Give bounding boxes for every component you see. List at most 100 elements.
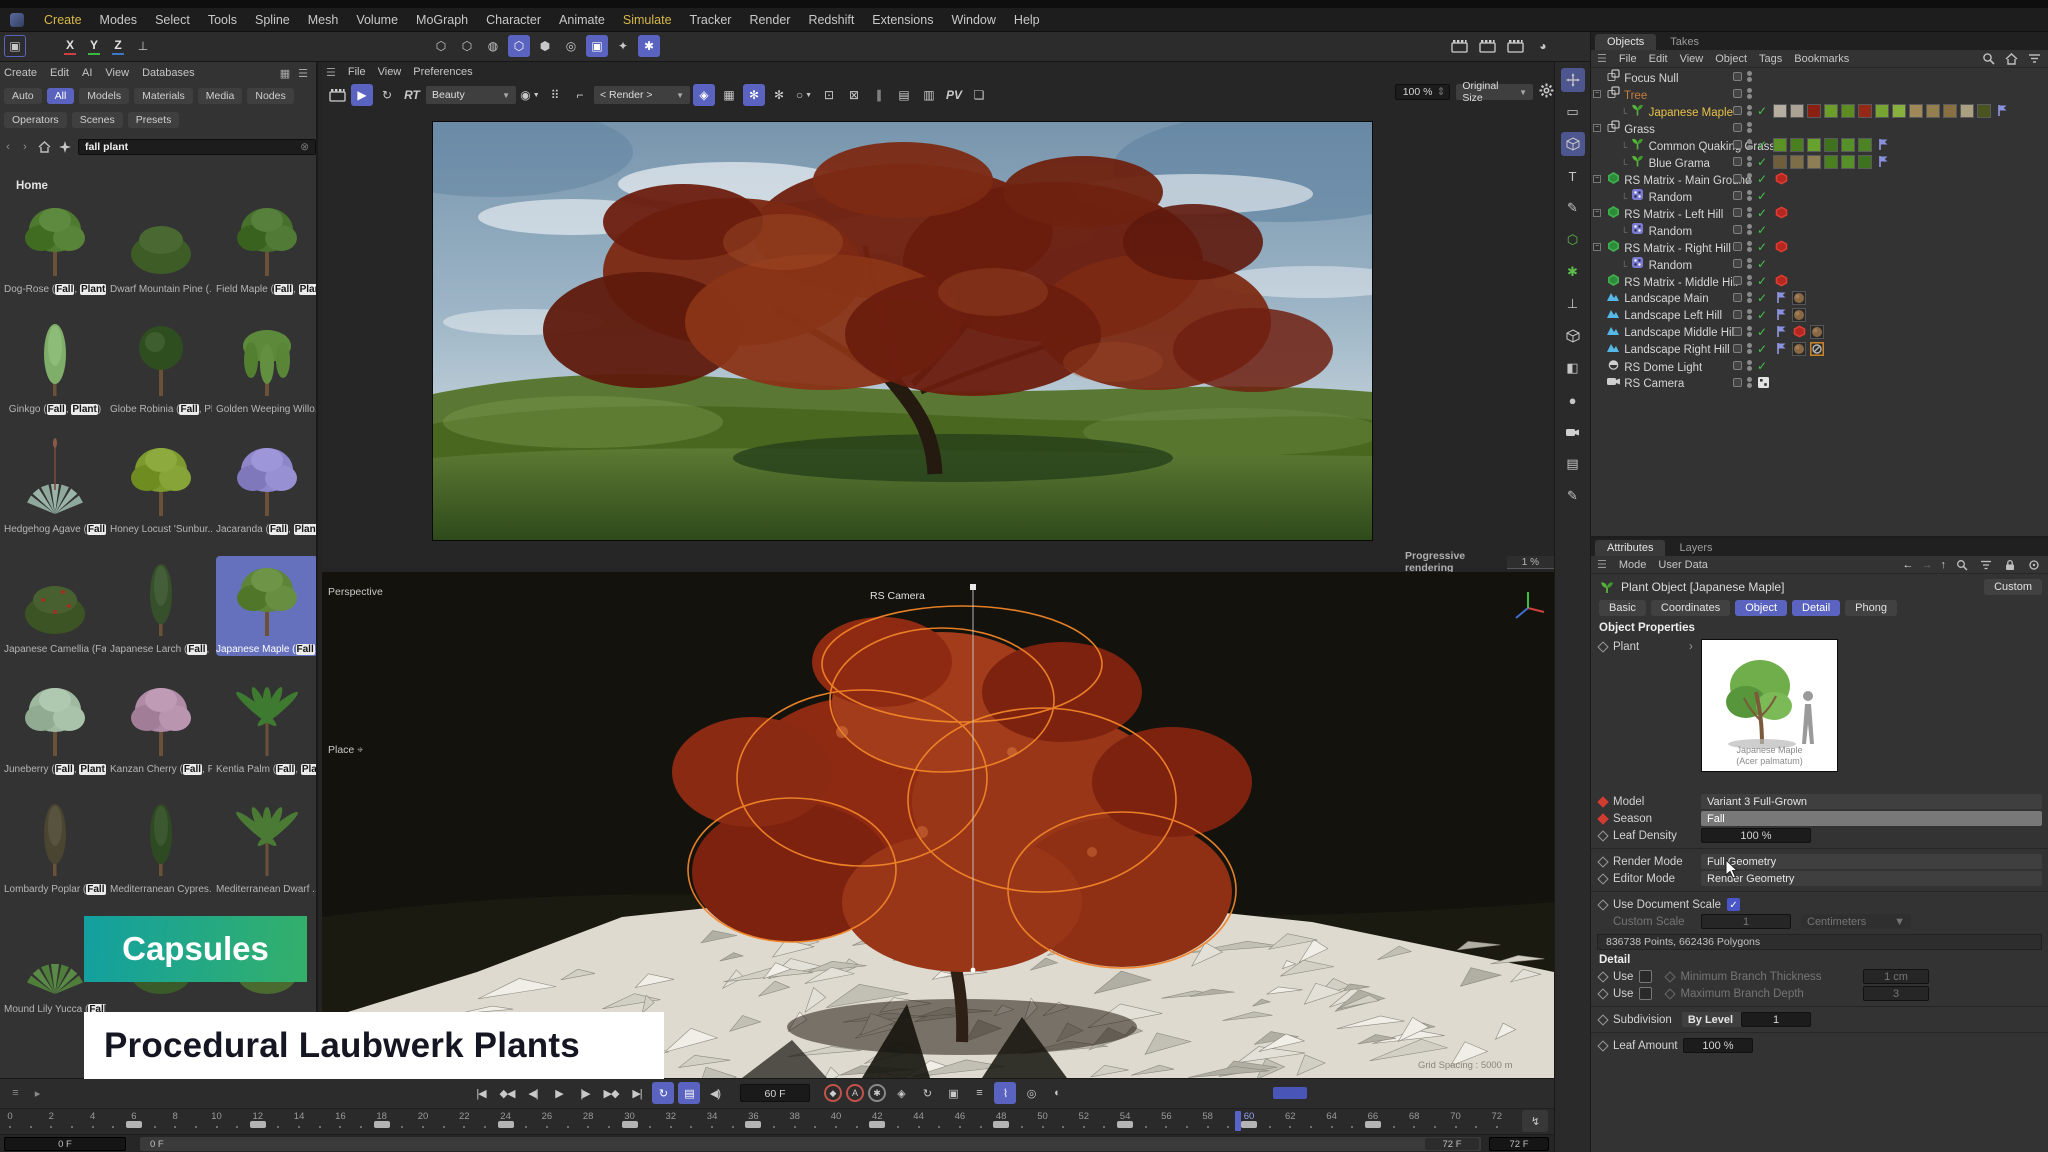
timeline-ruler[interactable]: 0246810121416182022242628303234363840424… — [0, 1108, 1554, 1134]
sphere-tag-icon[interactable] — [1791, 342, 1807, 356]
fcurve-track-icon[interactable]: ↯ — [1522, 1110, 1548, 1132]
enabled-check-icon[interactable]: ✓ — [1757, 223, 1767, 237]
pass-dropdown[interactable]: Beauty▼ — [426, 86, 516, 104]
search-icon[interactable] — [1980, 52, 1996, 65]
crop-icon[interactable]: ⌐ — [569, 84, 591, 106]
list-view-icon[interactable]: ☰ — [298, 67, 308, 80]
filter-chip-presets[interactable]: Presets — [128, 112, 180, 128]
back-arrow-icon[interactable]: ‹ — [2, 141, 14, 153]
flag-tag-icon[interactable] — [1773, 308, 1789, 321]
visibility-toggle-column[interactable] — [1733, 361, 1742, 370]
forward-arrow-icon[interactable]: › — [19, 141, 31, 153]
material-thumbnail[interactable] — [1824, 138, 1838, 152]
asset-item[interactable]: Jacaranda (Fall, Plant) — [216, 436, 318, 536]
key-rotation-icon[interactable]: ↻ — [916, 1082, 938, 1104]
playhead[interactable] — [1235, 1111, 1241, 1131]
object-tree-row[interactable]: Landscape Left Hill✓ — [1591, 306, 2048, 323]
rgb-channel-dropdown[interactable]: ◉▼ — [519, 84, 541, 106]
menu-tools[interactable]: Tools — [208, 13, 237, 27]
asset-item[interactable]: Mediterranean Cypres... — [110, 796, 212, 896]
material-thumbnail[interactable] — [1824, 104, 1838, 118]
range-end-input[interactable]: 72 F — [1489, 1137, 1549, 1151]
visibility-toggle-column[interactable] — [1733, 225, 1742, 234]
object-tree-row[interactable]: Landscape Middle Hill✓ — [1591, 323, 2048, 340]
capsule-tool-icon[interactable]: ✱ — [1561, 260, 1585, 284]
editor-render-dots[interactable] — [1747, 275, 1752, 286]
asset-item[interactable]: Kanzan Cherry (Fall, Pl... — [110, 676, 212, 776]
cube-tool-icon[interactable] — [1561, 132, 1585, 156]
simulation-softbody-icon[interactable]: ⬢ — [534, 35, 556, 57]
enabled-check-icon[interactable]: ✓ — [1757, 342, 1767, 356]
tab-attributes[interactable]: Attributes — [1595, 540, 1665, 556]
enabled-check-icon[interactable]: ✓ — [1757, 206, 1767, 220]
key-params-icon[interactable]: ≡ — [968, 1082, 990, 1104]
editor-render-dots[interactable] — [1747, 377, 1752, 388]
asset-item[interactable]: Japanese Camellia (Fal... — [4, 556, 106, 656]
visibility-toggle-column[interactable] — [1733, 208, 1742, 217]
menu-window[interactable]: Window — [951, 13, 995, 27]
visibility-toggle-column[interactable] — [1733, 191, 1742, 200]
material-thumbnail[interactable] — [1807, 155, 1821, 169]
enabled-check-icon[interactable]: ✓ — [1757, 291, 1767, 305]
editor-render-dots[interactable] — [1747, 360, 1752, 371]
sphere-tag-icon[interactable] — [1791, 291, 1807, 305]
material-thumbnail[interactable] — [1892, 104, 1906, 118]
render-slot-dropdown[interactable]: < Render >▼ — [594, 86, 690, 104]
keyframe-marker[interactable] — [498, 1121, 514, 1128]
attr-tab-basic[interactable]: Basic — [1599, 600, 1646, 616]
autokey-icon[interactable]: A — [846, 1084, 864, 1102]
object-tree-row[interactable]: − RS Matrix - Left Hill✓ — [1591, 204, 2048, 221]
search-icon[interactable] — [1954, 559, 1970, 571]
filter-icon[interactable] — [1978, 560, 1994, 570]
visibility-toggle-column[interactable] — [1733, 259, 1742, 268]
asset-item[interactable]: Ginkgo (Fall, Plant) — [4, 316, 106, 416]
editor-render-dots[interactable] — [1747, 309, 1752, 320]
menu-volume[interactable]: Volume — [356, 13, 398, 27]
enabled-check-icon[interactable]: ✓ — [1757, 138, 1767, 152]
keyframe-marker[interactable] — [1117, 1121, 1133, 1128]
simulation-balloon-icon[interactable]: ◍ — [482, 35, 504, 57]
use-document-scale-checkbox[interactable]: ✓ — [1727, 898, 1740, 911]
subdivision-field[interactable]: 1 — [1741, 1012, 1811, 1027]
expand-arrow-icon[interactable]: › — [1689, 641, 1693, 653]
home-icon[interactable] — [36, 141, 52, 153]
leaf-density-field[interactable]: 100 % — [1701, 828, 1811, 843]
flag-tag-icon[interactable] — [1773, 325, 1789, 338]
visibility-toggle-column[interactable] — [1733, 242, 1742, 251]
filter-chip-operators[interactable]: Operators — [4, 112, 67, 128]
enabled-check-icon[interactable]: ✓ — [1757, 104, 1767, 118]
collapse-icon[interactable]: − — [1593, 124, 1601, 132]
asset-item[interactable]: Golden Weeping Willo... — [216, 316, 318, 416]
collapse-icon[interactable]: − — [1593, 175, 1601, 183]
current-frame-field[interactable]: 60 F — [740, 1084, 810, 1102]
param-diamond-icon[interactable] — [1597, 641, 1608, 652]
asset-menu-databases[interactable]: Databases — [142, 67, 195, 79]
timeline-scroll-indicator[interactable] — [1273, 1087, 1307, 1099]
z-axis-lock-button[interactable]: Z — [108, 35, 128, 57]
param-diamond-icon[interactable] — [1597, 971, 1608, 982]
play-icon[interactable]: ▶ — [351, 84, 373, 106]
timeline-mode-icon[interactable]: ▸ — [26, 1082, 48, 1104]
material-thumbnail[interactable] — [1909, 104, 1923, 118]
collapse-icon[interactable]: − — [1593, 209, 1601, 217]
rs-tag-icon[interactable] — [1773, 172, 1789, 185]
back-arrow-icon[interactable]: ← — [1903, 559, 1914, 571]
live-selection-icon[interactable]: ▣ — [4, 35, 26, 57]
asset-search-input[interactable]: fall plant⊗ — [78, 139, 316, 155]
sparkle-icon[interactable] — [57, 141, 73, 153]
param-diamond-icon[interactable] — [1597, 1040, 1608, 1051]
editor-render-dots[interactable] — [1747, 71, 1752, 82]
object-tree-row[interactable]: └ Common Quaking Grass✓ — [1591, 136, 2048, 153]
editor-render-dots[interactable] — [1747, 88, 1752, 99]
material-thumbnail[interactable] — [1875, 104, 1889, 118]
flag-tag-icon[interactable] — [1994, 104, 2010, 117]
place-mode-label[interactable]: Place ⌖ — [328, 744, 363, 757]
thumbnail-view-icon[interactable]: ▦ — [280, 67, 290, 80]
visibility-toggle-column[interactable] — [1733, 276, 1742, 285]
asset-item[interactable]: Japanese Maple (Fall, ... — [216, 556, 318, 656]
param-diamond-icon[interactable] — [1597, 856, 1608, 867]
filter-chip-materials[interactable]: Materials — [134, 88, 193, 104]
y-axis-lock-button[interactable]: Y — [84, 35, 104, 57]
render-view-icon[interactable] — [1448, 35, 1470, 57]
text-tool-icon[interactable]: T — [1561, 164, 1585, 188]
